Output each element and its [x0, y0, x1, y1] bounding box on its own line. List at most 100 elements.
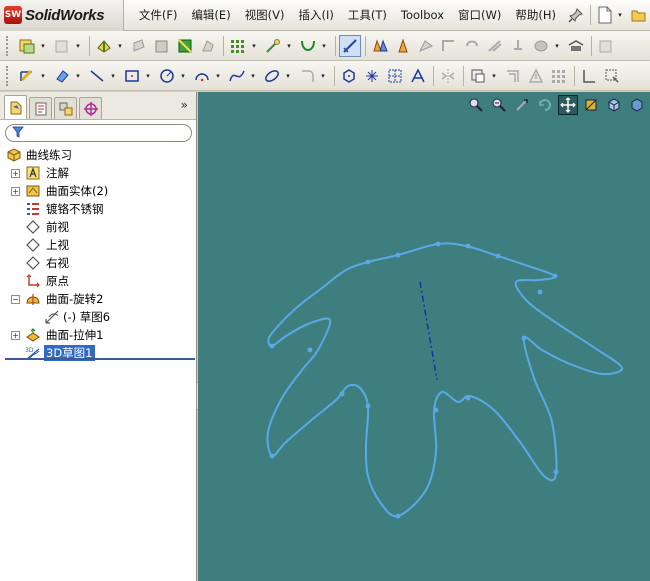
spline-point[interactable] — [269, 343, 275, 349]
text-icon[interactable] — [407, 65, 429, 87]
open-folder-icon[interactable] — [630, 6, 648, 24]
dropdown-arrow[interactable]: ▾ — [249, 65, 257, 87]
spline-point[interactable] — [465, 243, 471, 249]
tree-item-extrude-surface[interactable]: + 曲面-拉伸1 — [0, 326, 196, 344]
pin-icon[interactable] — [567, 6, 585, 24]
curve-icon[interactable] — [297, 35, 319, 57]
spline-point[interactable] — [553, 469, 559, 475]
dropdown-arrow[interactable]: ▾ — [109, 65, 117, 87]
menu-file[interactable]: 文件(F) — [132, 0, 185, 31]
expand-toggle[interactable]: + — [11, 168, 20, 178]
spline-point[interactable] — [537, 289, 543, 295]
spline-icon[interactable] — [226, 65, 248, 87]
property-manager-tab[interactable] — [29, 97, 52, 119]
tree-item-sketch6[interactable]: (-) 草图6 — [0, 308, 196, 326]
spline-point[interactable] — [365, 259, 371, 265]
menu-insert[interactable]: 插入(I) — [292, 0, 341, 31]
linear-pattern-icon[interactable] — [548, 65, 570, 87]
point-icon[interactable] — [361, 65, 383, 87]
dropdown-arrow[interactable]: ▾ — [116, 35, 124, 57]
menu-tools[interactable]: 工具(T) — [341, 0, 394, 31]
dropdown-arrow[interactable]: ▾ — [39, 65, 47, 87]
sketch-3d-icon[interactable] — [16, 35, 38, 57]
dropdown-arrow[interactable]: ▾ — [214, 65, 222, 87]
tree-item-surface-bodies[interactable]: + 曲面实体(2) — [0, 182, 196, 200]
pattern-grid-icon[interactable] — [227, 35, 249, 57]
ellipse-icon[interactable] — [261, 65, 283, 87]
configuration-manager-tab[interactable] — [54, 97, 77, 119]
menu-help[interactable]: 帮助(H) — [508, 0, 563, 31]
new-document-icon[interactable] — [596, 6, 614, 24]
tree-item-part[interactable]: 曲线练习 — [0, 146, 196, 164]
dropdown-arrow[interactable]: ▾ — [284, 65, 292, 87]
tree-item-material[interactable]: 镀铬不锈钢 — [0, 200, 196, 218]
tree-item-right-plane[interactable]: 右视 — [0, 254, 196, 272]
display-relations-icon[interactable] — [578, 65, 600, 87]
line-icon[interactable] — [86, 65, 108, 87]
menu-edit[interactable]: 编辑(E) — [184, 0, 237, 31]
untrim-surface-icon[interactable] — [415, 35, 437, 57]
offset-surface-icon[interactable] — [369, 35, 391, 57]
spline-point[interactable] — [433, 407, 439, 413]
surface-loft-icon[interactable] — [174, 35, 196, 57]
feature-manager-tab[interactable] — [4, 95, 27, 119]
grid-icon[interactable] — [384, 65, 406, 87]
expand-toggle[interactable]: + — [11, 186, 20, 196]
spline-point[interactable] — [307, 347, 313, 353]
thicken-icon[interactable] — [507, 35, 529, 57]
graphics-viewport[interactable] — [198, 92, 650, 581]
dim-xpert-tab[interactable] — [79, 97, 102, 119]
spline-point[interactable] — [465, 395, 471, 401]
arc-icon[interactable] — [191, 65, 213, 87]
spline-point[interactable] — [521, 335, 527, 341]
fillet-icon[interactable] — [296, 65, 318, 87]
menu-window[interactable]: 窗口(W) — [451, 0, 508, 31]
delete-face-icon[interactable] — [530, 35, 552, 57]
smart-dimension-icon[interactable] — [16, 65, 38, 87]
dropdown-arrow[interactable]: ▾ — [285, 35, 293, 57]
more-tabs-button[interactable]: » — [181, 98, 188, 112]
dropdown-arrow[interactable]: ▾ — [320, 35, 328, 57]
extend-surface-icon[interactable] — [438, 35, 460, 57]
surface-revolve-icon[interactable] — [128, 35, 150, 57]
dropdown-arrow[interactable]: ▾ — [490, 65, 498, 87]
dropdown-arrow[interactable]: ▾ — [39, 35, 47, 57]
surface-sweep-icon[interactable] — [151, 35, 173, 57]
menu-view[interactable]: 视图(V) — [238, 0, 292, 31]
toolbar-grip[interactable] — [6, 35, 10, 56]
spline-point[interactable] — [395, 513, 401, 519]
toolbox-icon[interactable] — [565, 35, 587, 57]
circle-icon[interactable] — [156, 65, 178, 87]
spline-point[interactable] — [365, 403, 371, 409]
mirror-icon[interactable] — [437, 65, 459, 87]
sketch-3d-active-icon[interactable] — [339, 34, 361, 57]
dropdown-arrow[interactable]: ▾ — [179, 65, 187, 87]
tree-item-origin[interactable]: 原点 — [0, 272, 196, 290]
spline-point[interactable] — [395, 252, 401, 258]
dropdown-arrow[interactable]: ▾ — [319, 65, 327, 87]
tree-rollback-bar[interactable] — [5, 358, 195, 360]
reference-point-icon[interactable] — [262, 35, 284, 57]
tree-item-revolve-surface[interactable]: − 曲面-旋转2 — [0, 290, 196, 308]
view-icon[interactable] — [595, 35, 617, 57]
knit-surface-icon[interactable] — [484, 35, 506, 57]
boundary-surface-icon[interactable] — [197, 35, 219, 57]
expand-toggle[interactable]: + — [11, 330, 20, 340]
convert-entities-icon[interactable] — [467, 65, 489, 87]
dropdown-arrow[interactable]: ▾ — [553, 35, 561, 57]
tree-item-annotations[interactable]: + 注解 — [0, 164, 196, 182]
tree-item-front-plane[interactable]: 前视 — [0, 218, 196, 236]
dropdown-arrow[interactable]: ▾ — [74, 65, 82, 87]
collapse-toggle[interactable]: − — [11, 294, 20, 304]
dropdown-arrow[interactable]: ▾ — [74, 35, 82, 57]
construction-icon[interactable] — [525, 65, 547, 87]
new-dropdown[interactable]: ▾ — [616, 4, 624, 26]
3d-sketch-spline[interactable] — [266, 242, 623, 518]
surface-extrude-icon[interactable] — [93, 35, 115, 57]
toolbar-grip[interactable] — [6, 65, 10, 86]
rectangle-icon[interactable] — [121, 65, 143, 87]
dropdown-arrow[interactable]: ▾ — [250, 35, 258, 57]
tree-item-top-plane[interactable]: 上视 — [0, 236, 196, 254]
spline-point[interactable] — [339, 391, 345, 397]
app-logo[interactable]: SW SolidWorks — [0, 0, 124, 31]
